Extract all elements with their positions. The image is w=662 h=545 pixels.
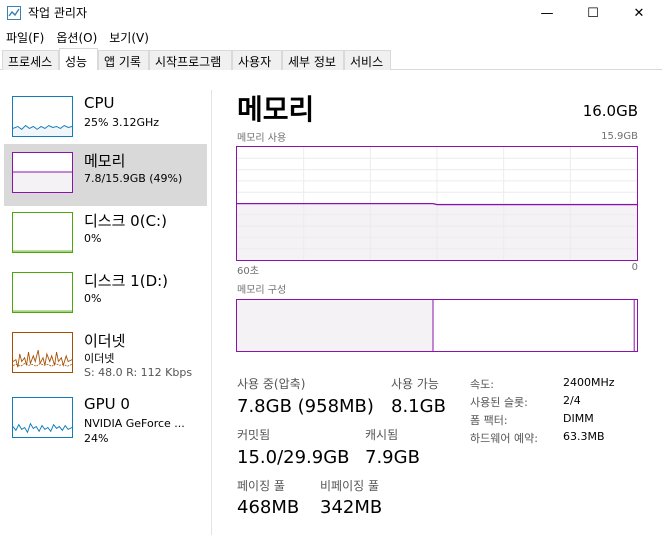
- menu-file[interactable]: 파일(F): [0, 26, 50, 48]
- minimize-button[interactable]: —: [524, 0, 570, 26]
- sidebar-item-name: 이더넷: [84, 332, 126, 350]
- speed-label: 속도:: [470, 378, 494, 391]
- in-use-label: 사용 중(압축): [237, 377, 306, 391]
- usage-graph-label: 메모리 사용: [237, 133, 287, 144]
- menu-view[interactable]: 보기(V): [103, 26, 155, 48]
- available-value: 8.1GB: [391, 396, 446, 417]
- sidebar-item-name: 메모리: [84, 152, 126, 170]
- cpu-thumbnail-graph: [12, 96, 73, 137]
- menu-bar: 파일(F) 옵션(O) 보기(V): [0, 26, 662, 48]
- hardware-reserved-label: 하드웨어 예약:: [470, 432, 538, 445]
- tab-services[interactable]: 서비스: [344, 50, 391, 70]
- memory-composition-bar: [236, 299, 638, 352]
- sidebar-item-throughput: S: 48.0 R: 112 Kbps: [84, 366, 193, 379]
- sidebar-item-usage: 24%: [84, 432, 109, 445]
- hardware-reserved-value: 63.3MB: [563, 430, 605, 443]
- menu-options[interactable]: 옵션(O): [50, 26, 103, 48]
- form-factor-label: 폼 팩터:: [470, 414, 508, 427]
- panel-divider: [211, 90, 212, 535]
- sidebar-item-detail: 이더넷: [84, 352, 115, 365]
- sidebar-item-gpu-0[interactable]: GPU 0 NVIDIA GeForce ... 24%: [4, 389, 207, 451]
- sidebar-item-detail: 0%: [84, 232, 102, 245]
- usage-graph-max: 15.9GB: [601, 131, 638, 142]
- maximize-button[interactable]: ☐: [570, 0, 616, 26]
- page-title: 메모리: [237, 93, 315, 126]
- committed-label: 커밋됨: [237, 428, 271, 442]
- gpu-thumbnail-graph: [12, 397, 73, 438]
- sidebar-item-disk-0[interactable]: 디스크 0(C:) 0%: [4, 204, 207, 266]
- ethernet-thumbnail-graph: [12, 332, 73, 373]
- sidebar-item-detail: 7.8/15.9GB (49%): [84, 172, 183, 185]
- tab-bar: 프로세스 성능 앱 기록 시작프로그램 사용자 세부 정보 서비스: [0, 48, 662, 70]
- tab-users[interactable]: 사용자: [232, 50, 282, 70]
- graph-axis-end: 0: [631, 262, 638, 273]
- paged-pool-value: 468MB: [237, 497, 300, 518]
- slots-used-label: 사용된 슬롯:: [470, 396, 528, 409]
- task-manager-icon: [7, 6, 21, 20]
- committed-value: 15.0/29.9GB: [237, 447, 350, 468]
- nonpaged-pool-label: 비페이징 풀: [320, 479, 380, 493]
- in-use-segment: [237, 300, 433, 351]
- speed-value: 2400MHz: [563, 376, 615, 389]
- tab-performance[interactable]: 성능: [59, 48, 98, 70]
- memory-usage-graph: [236, 146, 638, 261]
- tab-startup[interactable]: 시작프로그램: [149, 50, 232, 70]
- total-memory: 16.0GB: [582, 102, 638, 120]
- graph-axis-start: 60초: [237, 266, 259, 277]
- form-factor-value: DIMM: [563, 412, 594, 425]
- slots-used-value: 2/4: [563, 394, 581, 407]
- resource-sidebar: CPU 25% 3.12GHz 메모리 7.8/15.9GB (49%) 디스크…: [0, 71, 210, 545]
- memory-thumbnail-graph: [12, 152, 73, 193]
- tab-processes[interactable]: 프로세스: [2, 50, 59, 70]
- sidebar-item-cpu[interactable]: CPU 25% 3.12GHz: [4, 88, 207, 150]
- window-title: 작업 관리자: [28, 6, 88, 20]
- sidebar-item-detail: NVIDIA GeForce ...: [84, 417, 185, 430]
- sidebar-item-disk-1[interactable]: 디스크 1(D:) 0%: [4, 264, 207, 326]
- cached-value: 7.9GB: [365, 447, 420, 468]
- sidebar-item-name: 디스크 1(D:): [84, 272, 169, 290]
- close-button[interactable]: ✕: [616, 0, 662, 26]
- sidebar-item-ethernet[interactable]: 이더넷 이더넷 S: 48.0 R: 112 Kbps: [4, 324, 207, 386]
- in-use-value: 7.8GB (958MB): [237, 396, 374, 417]
- title-bar: 작업 관리자 — ☐ ✕: [0, 0, 662, 26]
- sidebar-item-name: 디스크 0(C:): [84, 212, 167, 230]
- sidebar-item-detail: 0%: [84, 292, 102, 305]
- cached-label: 캐시됨: [365, 428, 399, 442]
- sidebar-item-detail: 25% 3.12GHz: [84, 116, 160, 129]
- tab-details[interactable]: 세부 정보: [282, 50, 344, 70]
- available-label: 사용 가능: [391, 377, 439, 391]
- sidebar-item-name: GPU 0: [84, 395, 130, 413]
- nonpaged-pool-value: 342MB: [320, 497, 383, 518]
- tab-app-history[interactable]: 앱 기록: [98, 50, 149, 70]
- disk-0-thumbnail-graph: [12, 212, 73, 253]
- sidebar-item-memory[interactable]: 메모리 7.8/15.9GB (49%): [4, 144, 207, 206]
- disk-1-thumbnail-graph: [12, 272, 73, 313]
- composition-label: 메모리 구성: [237, 285, 287, 296]
- sidebar-item-name: CPU: [84, 94, 115, 112]
- paged-pool-label: 페이징 풀: [237, 479, 285, 493]
